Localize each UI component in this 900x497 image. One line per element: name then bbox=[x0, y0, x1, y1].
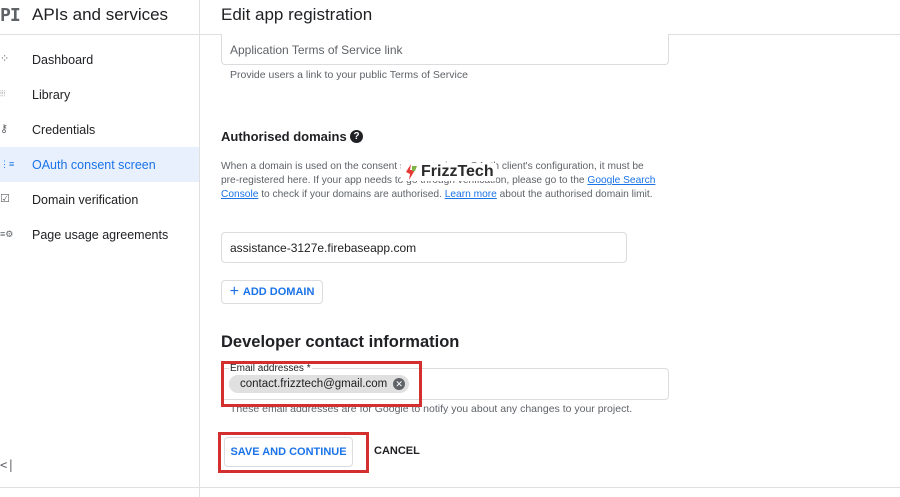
sidebar-item-label: Page usage agreements bbox=[32, 227, 169, 242]
email-chip[interactable]: contact.frizztech@gmail.com ✕ bbox=[229, 375, 410, 393]
developer-contact-title: Developer contact information bbox=[221, 333, 460, 351]
sidebar-item-domain-verification[interactable]: ☑ Domain verification bbox=[0, 182, 199, 217]
authorised-domain-value: assistance-3127e.firebaseapp.com bbox=[230, 241, 417, 255]
frizztech-watermark: FrizzTech bbox=[401, 163, 496, 181]
library-icon: ⦙⦙⦙ bbox=[0, 89, 6, 98]
sidebar: PI APIs and services ⁘ Dashboard ⦙⦙⦙ Lib… bbox=[0, 0, 200, 497]
key-icon: ⚷ bbox=[0, 123, 9, 135]
main-header: Edit app registration bbox=[200, 0, 900, 35]
sidebar-item-library[interactable]: ⦙⦙⦙ Library bbox=[0, 77, 199, 112]
sidebar-item-label: Domain verification bbox=[32, 192, 139, 207]
plus-icon: + bbox=[229, 283, 239, 300]
sidebar-header: PI APIs and services bbox=[0, 0, 199, 35]
google-search-console-link[interactable]: Google Search bbox=[587, 175, 655, 186]
checkbox-icon: ☑ bbox=[0, 193, 10, 205]
help-icon[interactable]: ? bbox=[350, 130, 363, 143]
chip-remove-icon[interactable]: ✕ bbox=[393, 378, 406, 390]
tos-link-placeholder: Application Terms of Service link bbox=[230, 43, 403, 57]
authorised-domains-title: Authorised domains bbox=[221, 129, 347, 144]
sidebar-item-dashboard[interactable]: ⁘ Dashboard bbox=[0, 42, 199, 77]
sidebar-title: APIs and services bbox=[32, 5, 169, 24]
save-and-continue-button[interactable]: SAVE AND CONTINUE bbox=[224, 437, 353, 467]
sidebar-item-label: OAuth consent screen bbox=[32, 157, 156, 172]
email-addresses-label: Email addresses * bbox=[229, 363, 312, 374]
add-domain-button[interactable]: + ADD DOMAIN bbox=[221, 280, 323, 304]
add-domain-label: ADD DOMAIN bbox=[242, 286, 315, 298]
page-title: Edit app registration bbox=[221, 5, 373, 24]
consent-icon: ⋮≡ bbox=[0, 159, 15, 169]
frizztech-logo-icon bbox=[406, 164, 417, 180]
google-search-console-link-cont[interactable]: Console bbox=[221, 189, 258, 200]
bottom-divider bbox=[0, 487, 900, 488]
api-logo: PI bbox=[0, 5, 21, 26]
description-line-3: Console to check if your domains are aut… bbox=[221, 188, 671, 202]
authorised-domain-input[interactable]: assistance-3127e.firebaseapp.com bbox=[221, 232, 627, 263]
sidebar-item-label: Dashboard bbox=[32, 52, 94, 67]
sidebar-item-oauth-consent-screen[interactable]: ⋮≡ OAuth consent screen bbox=[0, 147, 199, 182]
settings-list-icon: ≡⚙ bbox=[0, 229, 14, 239]
frizztech-watermark-text: FrizzTech bbox=[421, 163, 494, 180]
tos-helper-text: Provide users a link to your public Term… bbox=[230, 69, 468, 81]
tos-link-input[interactable]: Application Terms of Service link bbox=[221, 34, 669, 65]
description-text: to check if your domains are authorised. bbox=[258, 189, 445, 200]
description-text: about the authorised domain limit. bbox=[496, 189, 653, 200]
sidebar-item-credentials[interactable]: ⚷ Credentials bbox=[0, 112, 199, 147]
sidebar-item-label: Credentials bbox=[32, 122, 96, 137]
email-helper-text: These email addresses are for Google to … bbox=[230, 403, 633, 415]
collapse-sidebar-icon[interactable]: <| bbox=[0, 458, 14, 472]
learn-more-link[interactable]: Learn more bbox=[445, 189, 497, 200]
sidebar-item-page-usage-agreements[interactable]: ≡⚙ Page usage agreements bbox=[0, 217, 199, 252]
dashboard-icon: ⁘ bbox=[0, 53, 10, 65]
email-chip-label: contact.frizztech@gmail.com bbox=[240, 378, 388, 390]
cancel-button[interactable]: CANCEL bbox=[374, 445, 420, 457]
sidebar-item-label: Library bbox=[32, 87, 71, 102]
